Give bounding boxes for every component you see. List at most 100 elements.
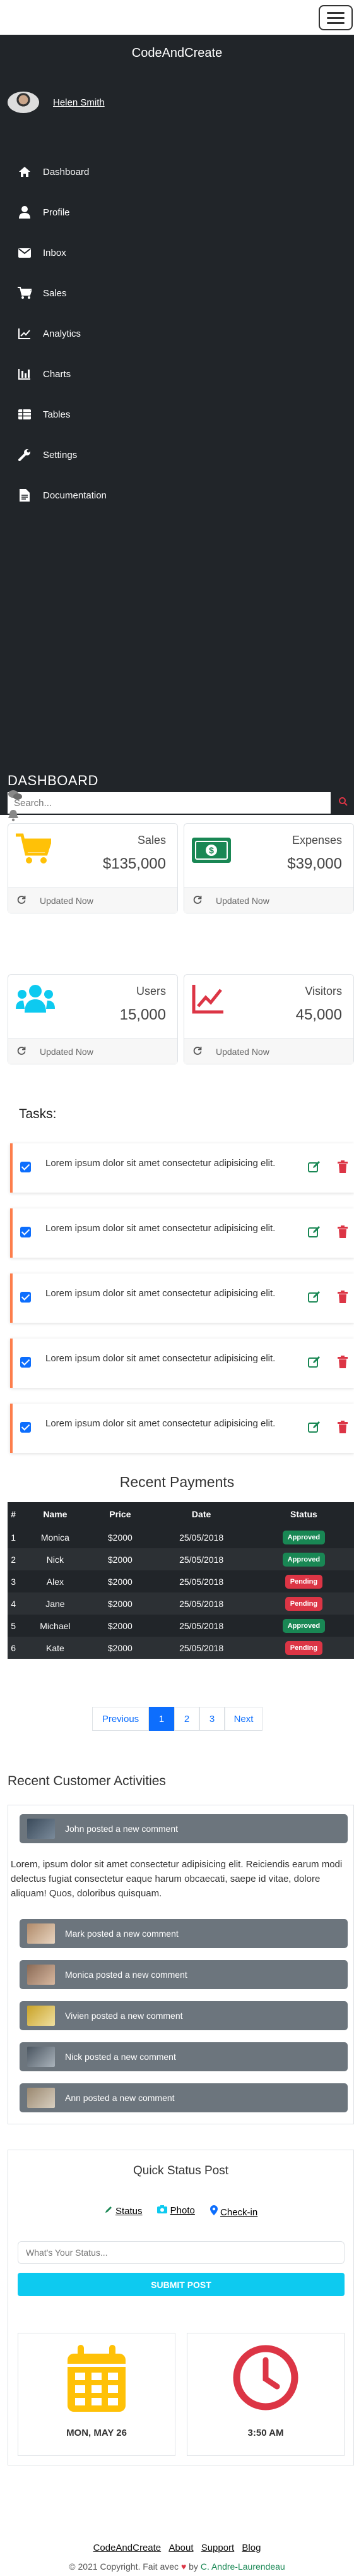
- sidebar-item-charts[interactable]: Charts: [0, 354, 354, 394]
- activity-item[interactable]: Monica posted a new comment: [20, 1960, 348, 1989]
- activity-item[interactable]: John posted a new comment: [20, 1814, 348, 1843]
- card-value: $135,000: [102, 855, 166, 872]
- table-header-row: # Name Price Date Status: [8, 1502, 354, 1526]
- status-badge: Approved: [282, 1618, 326, 1633]
- task-text: Lorem ipsum dolor sit amet consectetur a…: [45, 1418, 276, 1429]
- row-number: 6: [8, 1637, 20, 1659]
- task-item: Lorem ipsum dolor sit amet consectetur a…: [10, 1339, 354, 1388]
- check-in-link[interactable]: Check-in: [209, 2205, 257, 2218]
- calendar-icon: [66, 2345, 127, 2416]
- expenses-card: $ Expenses $39,000 Updated Now: [184, 823, 354, 913]
- activity-item[interactable]: Mark posted a new comment: [20, 1919, 348, 1948]
- trash-icon[interactable]: [338, 1225, 348, 1241]
- photo-link[interactable]: Photo: [157, 2205, 195, 2218]
- page-button-1[interactable]: 1: [149, 1707, 174, 1731]
- menu-toggle-button[interactable]: [319, 5, 353, 30]
- cart-icon: [16, 833, 53, 868]
- task-checkbox[interactable]: [20, 1292, 31, 1303]
- search-input[interactable]: [8, 792, 331, 814]
- status-badge: Approved: [282, 1530, 326, 1544]
- card-footer-text: Updated Now: [40, 895, 93, 906]
- activity-item[interactable]: Ann posted a new comment: [20, 2083, 348, 2112]
- table-row: 6 Kate $2000 25/05/2018 Pending: [8, 1637, 354, 1659]
- footer-link[interactable]: CodeAndCreate: [93, 2543, 162, 2553]
- sidebar-item-sales[interactable]: Sales: [0, 273, 354, 313]
- sidebar-item-settings[interactable]: Settings: [0, 435, 354, 475]
- user-profile[interactable]: Helen Smith: [8, 88, 105, 116]
- edit-icon[interactable]: [308, 1291, 321, 1306]
- post-type-links: Status Photo Check-in: [8, 2205, 353, 2218]
- card-footer: Updated Now: [8, 888, 177, 913]
- bell-icon[interactable]: [8, 809, 19, 824]
- brand-title[interactable]: CodeAndCreate: [0, 46, 354, 61]
- money-icon: $: [192, 833, 231, 865]
- comments-icon[interactable]: [8, 790, 23, 803]
- tasks-title: Tasks:: [19, 1107, 57, 1121]
- table-row: 1 Monica $2000 25/05/2018 Approved: [8, 1526, 354, 1548]
- edit-icon[interactable]: [308, 1160, 321, 1176]
- task-item: Lorem ipsum dolor sit amet consectetur a…: [10, 1208, 354, 1258]
- user-name-link[interactable]: Helen Smith: [53, 97, 105, 108]
- sidebar-item-profile[interactable]: Profile: [0, 192, 354, 232]
- trash-icon[interactable]: [338, 1291, 348, 1306]
- footer-link[interactable]: Support: [201, 2543, 235, 2553]
- edit-icon[interactable]: [308, 1356, 321, 1371]
- status-link[interactable]: Status: [104, 2205, 142, 2218]
- status-input[interactable]: [18, 2241, 345, 2264]
- task-item: Lorem ipsum dolor sit amet consectetur a…: [10, 1273, 354, 1323]
- activity-thumbnail: [27, 2088, 55, 2108]
- search-bar: [8, 791, 354, 814]
- author-link[interactable]: C. Andre-Laurendeau: [201, 2561, 285, 2572]
- trash-icon[interactable]: [338, 1160, 348, 1176]
- payments-title: Recent Payments: [119, 1474, 235, 1490]
- activity-item[interactable]: Vivien posted a new comment: [20, 2001, 348, 2030]
- status-cell: Pending: [253, 1592, 354, 1615]
- sidebar-item-dashboard[interactable]: Dashboard: [0, 152, 354, 192]
- activity-text: Ann posted a new comment: [65, 2093, 175, 2103]
- task-checkbox[interactable]: [20, 1422, 31, 1433]
- svg-text:$: $: [209, 845, 214, 855]
- page-button-previous[interactable]: Previous: [92, 1707, 149, 1731]
- page-button-next[interactable]: Next: [225, 1707, 263, 1731]
- page-button-3[interactable]: 3: [199, 1707, 225, 1731]
- footer-link[interactable]: About: [168, 2543, 193, 2553]
- sidebar-item-label: Analytics: [43, 328, 81, 339]
- footer-link[interactable]: Blog: [242, 2543, 261, 2553]
- sidebar-item-inbox[interactable]: Inbox: [0, 232, 354, 273]
- card-footer-text: Updated Now: [216, 1046, 269, 1057]
- sidebar-item-label: Profile: [43, 207, 70, 218]
- wrench-icon: [15, 448, 34, 462]
- customer-name: Alex: [19, 1570, 91, 1592]
- users-icon: [16, 984, 55, 1016]
- submit-post-button[interactable]: SUBMIT POST: [18, 2273, 345, 2296]
- bar-chart-icon: [15, 367, 34, 381]
- price: $2000: [91, 1592, 150, 1615]
- activity-text: Vivien posted a new comment: [65, 2011, 183, 2021]
- activity-item[interactable]: Nick posted a new comment: [20, 2042, 348, 2071]
- date: 25/05/2018: [149, 1592, 254, 1615]
- task-checkbox[interactable]: [20, 1227, 31, 1237]
- refresh-icon: [17, 1046, 26, 1057]
- search-icon[interactable]: [338, 797, 348, 809]
- sidebar-item-label: Dashboard: [43, 166, 90, 178]
- task-checkbox[interactable]: [20, 1357, 31, 1368]
- activity-text: Nick posted a new comment: [65, 2052, 176, 2062]
- heart-icon: ♥: [180, 2561, 187, 2572]
- edit-icon[interactable]: [308, 1225, 321, 1241]
- footer-links: CodeAndCreate About Support Blog: [0, 2543, 354, 2553]
- status-cell: Approved: [253, 1548, 354, 1570]
- sidebar-item-tables[interactable]: Tables: [0, 394, 354, 435]
- sidebar-item-documentation[interactable]: Documentation: [0, 475, 354, 515]
- edit-icon[interactable]: [308, 1421, 321, 1436]
- trash-icon[interactable]: [338, 1421, 348, 1436]
- table-row: 3 Alex $2000 25/05/2018 Pending: [8, 1570, 354, 1592]
- sidebar-item-analytics[interactable]: Analytics: [0, 313, 354, 354]
- trash-icon[interactable]: [338, 1356, 348, 1371]
- page-button-2[interactable]: 2: [174, 1707, 199, 1731]
- page-title: DASHBOARD: [8, 773, 98, 788]
- task-checkbox[interactable]: [20, 1162, 31, 1172]
- card-footer-text: Updated Now: [216, 895, 269, 906]
- time-widget: 3:50 AM: [187, 2333, 345, 2456]
- activity-text: Mark posted a new comment: [65, 1929, 179, 1939]
- date: 25/05/2018: [149, 1615, 254, 1637]
